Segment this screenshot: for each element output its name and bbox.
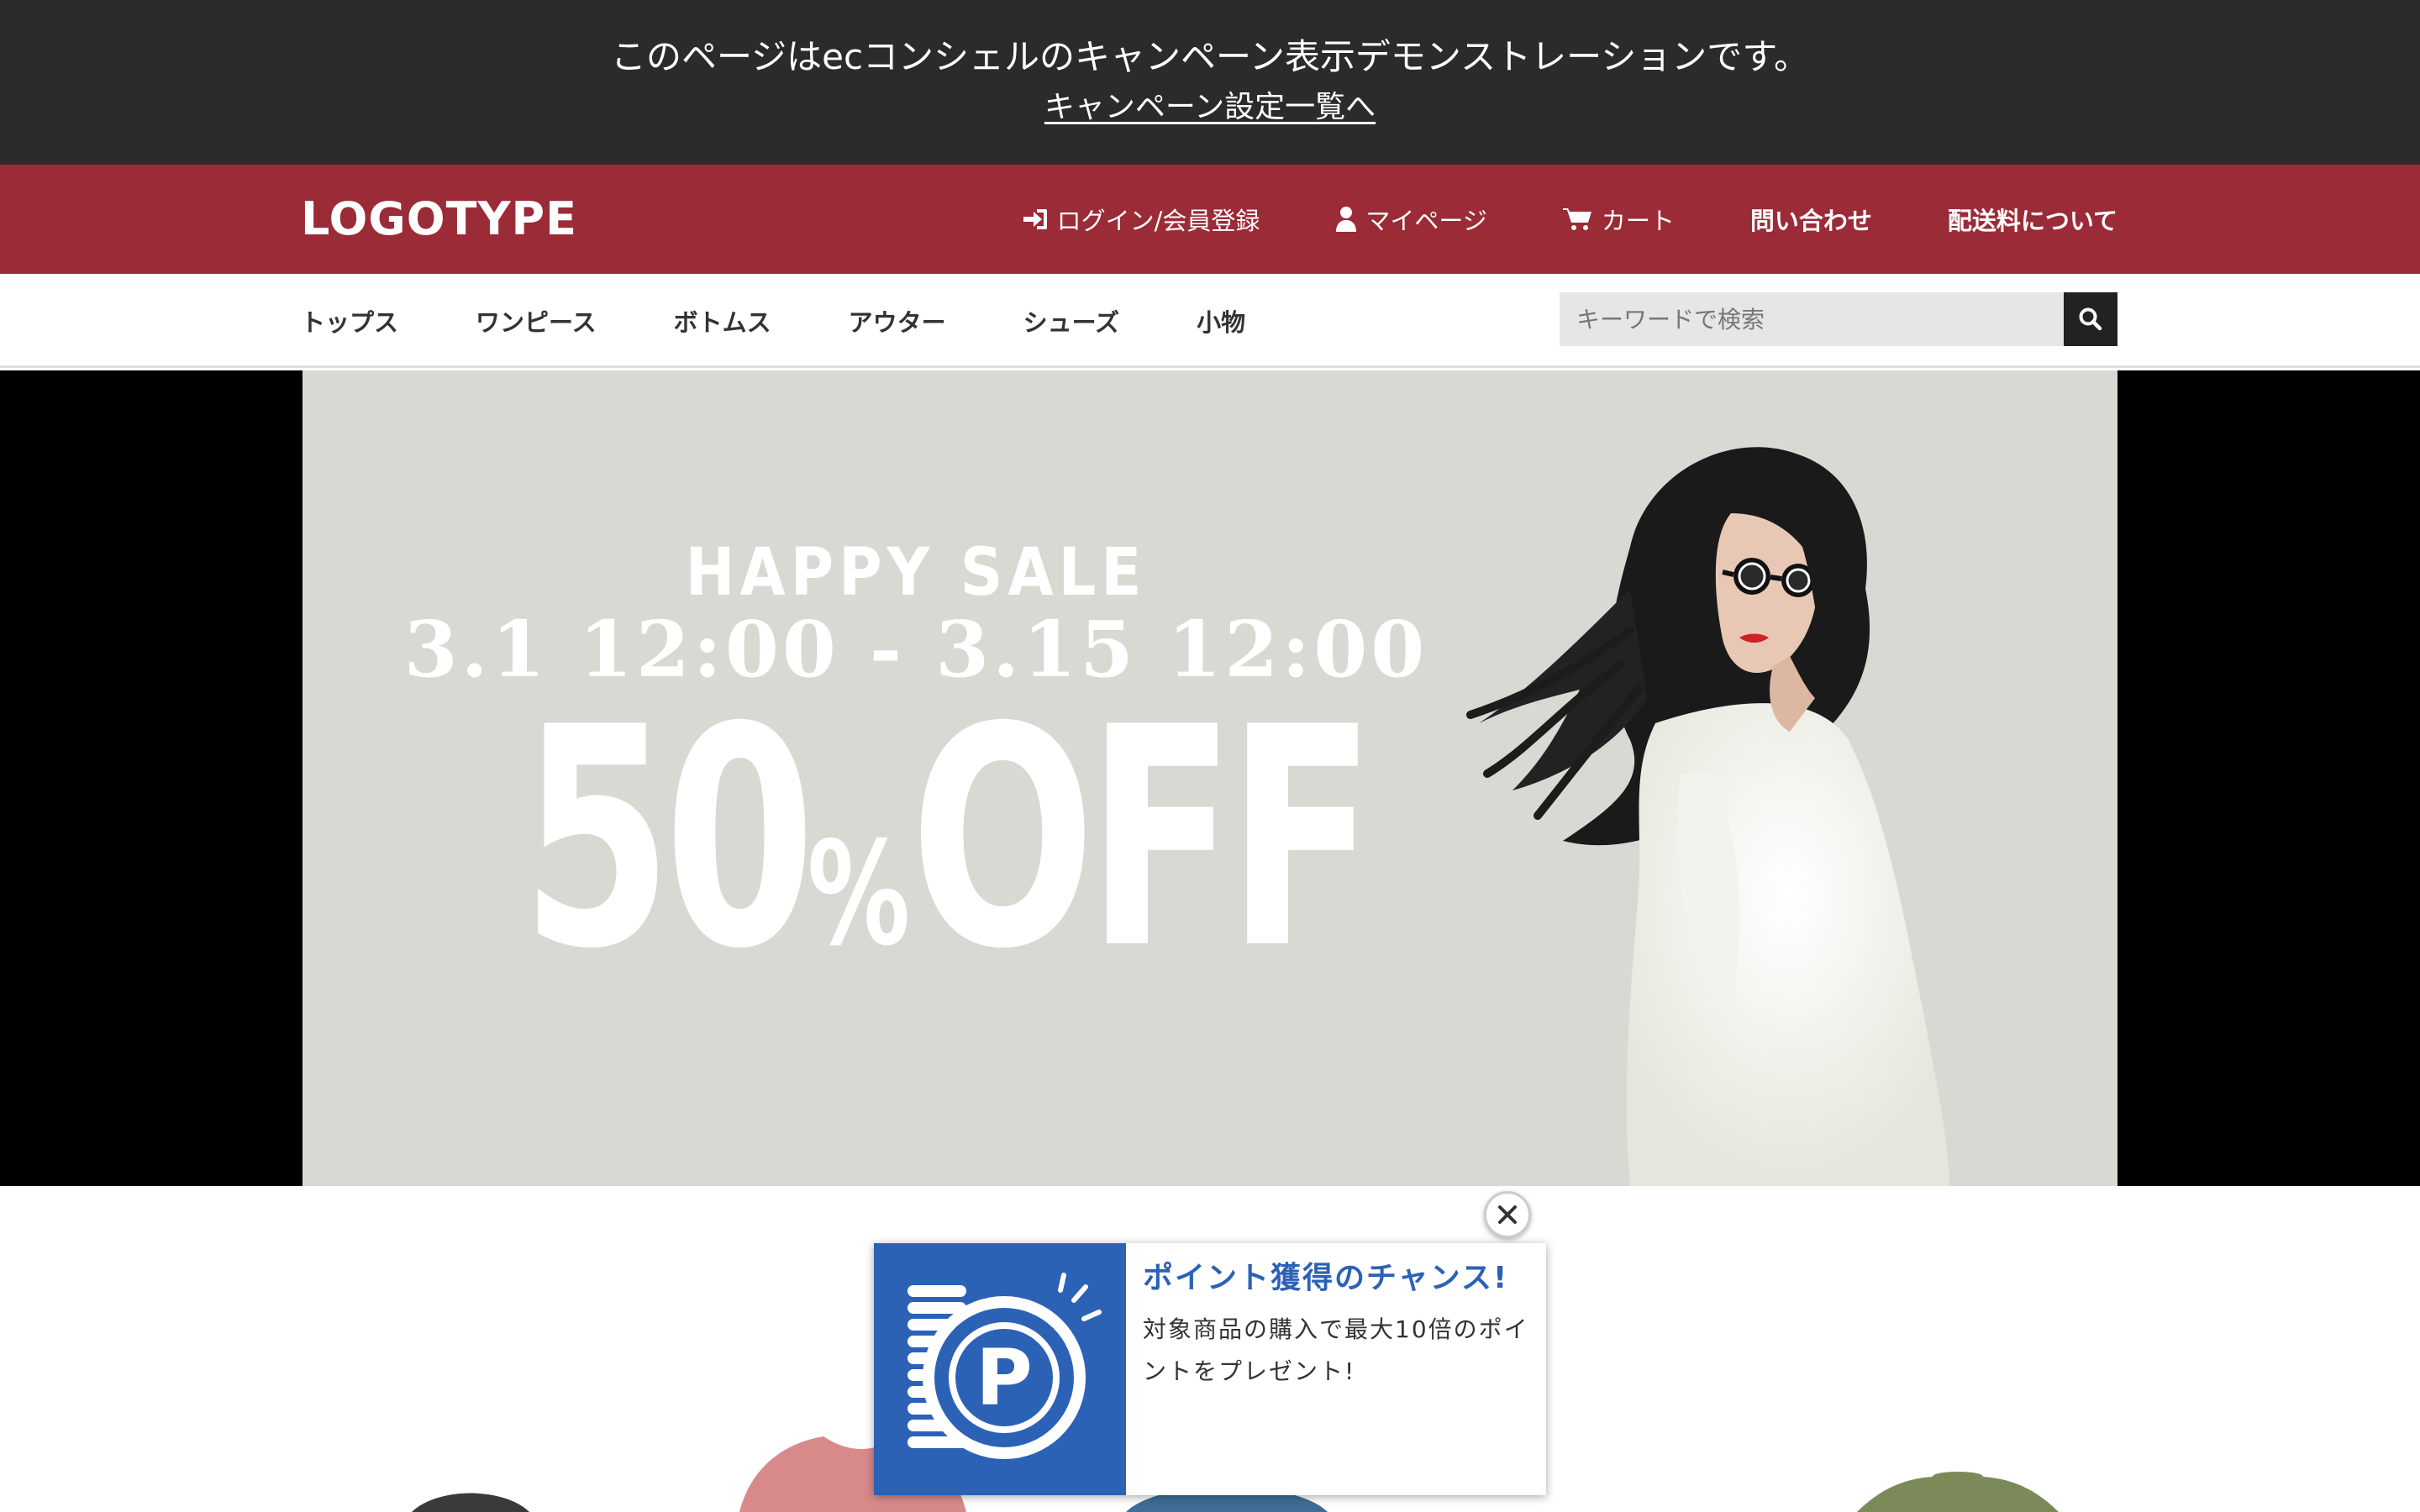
- product-image[interactable]: [395, 1487, 546, 1512]
- contact-label: 問い合わせ: [1749, 207, 1872, 235]
- popup-close-button[interactable]: [1484, 1191, 1531, 1238]
- category-onepiece[interactable]: ワンピース: [476, 303, 597, 339]
- shipping-link[interactable]: 配送料について: [1948, 202, 2118, 237]
- site-header: LOGOTYPE ログイン/会員登録 マイページ カート 問い合わせ 配送料につ…: [0, 165, 2420, 274]
- category-bar: トップス ワンピース ボトムス アウター シューズ 小物: [0, 274, 2420, 368]
- sale-discount: 50%OFF: [521, 688, 1376, 1046]
- point-letter: P: [976, 1333, 1032, 1423]
- popup-text: ポイント獲得のチャンス! 対象商品の購入で最大10倍のポイントをプレゼント!: [1126, 1243, 1546, 1495]
- point-badge: P: [874, 1243, 1126, 1495]
- mypage-link[interactable]: マイページ: [1335, 202, 1487, 237]
- search-input[interactable]: [1560, 292, 2064, 346]
- sign-in-icon: [1023, 209, 1047, 229]
- cart-link[interactable]: カート: [1562, 202, 1675, 237]
- logo[interactable]: LOGOTYPE: [301, 192, 577, 247]
- hero-banner[interactable]: HAPPY SALE 3.1 12:00 - 3.15 12:00 50%OFF: [302, 370, 2118, 1186]
- point-coin-icon: P: [908, 1273, 1102, 1459]
- model-image: [1466, 447, 1949, 1186]
- contact-link[interactable]: 問い合わせ: [1750, 202, 1872, 237]
- category-bottoms[interactable]: ボトムス: [674, 303, 771, 339]
- search-icon: [2079, 307, 2102, 331]
- login-label: ログイン/会員登録: [1056, 207, 1260, 235]
- demo-message: このページはecコンシェルのキャンペーン表示デモンストレーションです。: [610, 36, 1810, 77]
- user-icon: [1336, 207, 1357, 232]
- sale-title: HAPPY SALE: [685, 535, 1147, 611]
- shipping-label: 配送料について: [1947, 207, 2118, 235]
- product-image[interactable]: [1849, 1462, 2067, 1512]
- discount-number: 50: [521, 663, 816, 1015]
- point-campaign-popup[interactable]: P ポイント獲得のチャンス! 対象商品の購入で最大10倍のポイントをプレゼント!: [874, 1243, 1546, 1495]
- popup-body: 対象商品の購入で最大10倍のポイントをプレゼント!: [1143, 1315, 1529, 1385]
- category-outer[interactable]: アウター: [849, 303, 946, 339]
- category-nav: トップス ワンピース ボトムス アウター シューズ 小物: [301, 274, 1245, 368]
- category-accessories[interactable]: 小物: [1197, 303, 1245, 339]
- login-link[interactable]: ログイン/会員登録: [1022, 202, 1260, 237]
- mypage-label: マイページ: [1365, 207, 1487, 235]
- header-nav: ログイン/会員登録 マイページ カート 問い合わせ 配送料について: [1022, 165, 2118, 274]
- discount-percent: %: [807, 811, 911, 978]
- search-form: [1560, 292, 2118, 346]
- cart-icon: [1562, 208, 1591, 230]
- close-icon: [1498, 1205, 1517, 1224]
- demo-banner: このページはecコンシェルのキャンペーン表示デモンストレーションです。 キャンペ…: [0, 0, 2420, 165]
- cart-label: カート: [1601, 207, 1675, 235]
- discount-off: OFF: [910, 663, 1376, 1015]
- category-tops[interactable]: トップス: [301, 303, 398, 339]
- category-shoes[interactable]: シューズ: [1023, 303, 1120, 339]
- search-button[interactable]: [2064, 292, 2118, 346]
- popup-title: ポイント獲得のチャンス!: [1143, 1261, 1509, 1295]
- campaign-list-link[interactable]: キャンペーン設定一覧へ: [1044, 90, 1376, 124]
